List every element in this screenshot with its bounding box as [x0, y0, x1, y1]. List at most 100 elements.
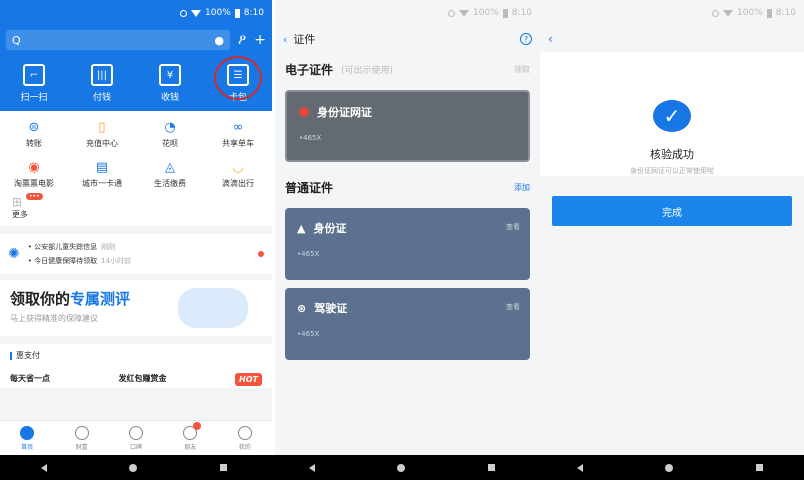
tab-label: 首页	[21, 443, 34, 451]
banner-title-a: 领取你的	[10, 290, 71, 308]
scan-button[interactable]: ⌐ 扫一扫	[4, 64, 64, 103]
grid-item-didi[interactable]: ◡ 滴滴出行	[204, 159, 272, 189]
tab-wealth[interactable]: 财富	[74, 425, 89, 451]
back-icon[interactable]: ‹	[548, 32, 553, 46]
didi-icon: ◡	[232, 159, 244, 175]
grid-label: 生活缴费	[154, 179, 186, 188]
voice-icon[interactable]: ●	[214, 34, 224, 47]
view-link[interactable]: 查看	[506, 222, 520, 232]
highlight-circle	[214, 56, 262, 100]
home-nav-icon[interactable]	[665, 463, 674, 472]
back-nav-icon[interactable]	[309, 463, 316, 472]
profile-icon	[237, 425, 252, 440]
megaphone-icon: ✺	[8, 246, 20, 262]
status-bar: 100% 8:10	[0, 0, 272, 26]
search-input[interactable]: Q ●	[6, 30, 231, 50]
grid-label: 充值中心	[86, 139, 118, 148]
pay-button[interactable]: ||| 付钱	[72, 64, 132, 103]
receive-money-button[interactable]: ¥ 收钱	[140, 64, 200, 103]
search-icon: Q	[12, 33, 21, 47]
grid-item-recharge[interactable]: ▯ 充值中心	[68, 119, 136, 149]
grid-item-movie[interactable]: ◉ 淘票票电影	[0, 159, 68, 189]
bottom-tab-bar: 首页 财富 口碑 朋友 我的	[0, 420, 272, 455]
grid-label: 滴滴出行	[222, 179, 254, 188]
grid-item-huabei[interactable]: ◔ 花呗	[136, 119, 204, 149]
card-title: 身份证网证	[317, 106, 372, 119]
home-nav-icon[interactable]	[129, 463, 138, 472]
alipay-home-screen: 100% 8:10 Q ● ዖ + ⌐ 扫一扫 ||| 付钱 ¥ 收钱 ☰ 卡包…	[0, 0, 272, 455]
tab-koubei[interactable]: 口碑	[128, 425, 143, 451]
promo-row: 每天省一点 发红包赚赏金 HOT	[0, 367, 272, 388]
claim-link[interactable]: 领取	[514, 64, 530, 75]
grid-label: 淘票票电影	[14, 179, 54, 188]
done-button[interactable]: 完成	[552, 196, 792, 226]
recents-nav-icon[interactable]	[219, 464, 227, 471]
receive-money-icon: ¥	[159, 64, 181, 86]
promo-save[interactable]: 每天省一点	[10, 373, 50, 386]
clock: 8:10	[243, 8, 264, 18]
success-panel: ✓ 核验成功 身份证网证可以正常使用啦	[540, 52, 804, 176]
news-line-2: • 今日健康保障待领取	[27, 257, 98, 265]
grid-item-bike[interactable]: ∞ 共享单车	[204, 119, 272, 149]
news-time-1: 刚刚	[101, 243, 116, 251]
screenshot-collage: 100% 8:10 Q ● ዖ + ⌐ 扫一扫 ||| 付钱 ¥ 收钱 ☰ 卡包…	[0, 0, 804, 480]
quick-actions: ⌐ 扫一扫 ||| 付钱 ¥ 收钱 ☰ 卡包	[0, 54, 272, 111]
huabei-icon: ◔	[164, 119, 176, 135]
grid-label: 共享单车	[222, 139, 254, 148]
section-header: 惠支付	[0, 344, 272, 367]
battery-icon	[234, 8, 240, 18]
koubei-icon	[128, 425, 143, 440]
promo-banner[interactable]: 领取你的专属测评 马上获得精准的保障建议	[0, 280, 272, 336]
card-bag-button[interactable]: ☰ 卡包	[208, 56, 268, 103]
card-number: •465X	[297, 250, 320, 258]
electronic-heading: 电子证件	[285, 62, 334, 77]
clock: 8:10	[775, 8, 796, 18]
news-line-1: • 公安部儿童失踪信息	[27, 243, 98, 251]
more-icon: ⊞	[12, 195, 23, 209]
city-card-icon: ▤	[95, 159, 109, 175]
grid-item-city-card[interactable]: ▤ 城市一卡通	[68, 159, 136, 189]
bill-icon: ◬	[165, 159, 175, 175]
recents-nav-icon[interactable]	[755, 464, 763, 471]
driver-license-card[interactable]: ⊛ 驾驶证 •465X 查看	[285, 288, 530, 360]
data-saver-icon	[180, 9, 188, 17]
card-number: •465X	[297, 330, 320, 338]
system-navigation-bar	[0, 455, 804, 480]
tab-label: 财富	[75, 443, 88, 451]
wealth-icon	[74, 425, 89, 440]
back-nav-icon[interactable]	[577, 463, 584, 472]
promo-red-packet-label: 发红包赚赏金	[118, 374, 167, 383]
help-icon[interactable]: ?	[520, 33, 532, 45]
back-nav-icon[interactable]	[41, 463, 48, 472]
tab-home[interactable]: 首页	[20, 425, 35, 451]
back-icon[interactable]: ‹	[283, 33, 287, 46]
grid-item-transfer[interactable]: ⊜ 转账	[0, 119, 68, 149]
contacts-icon[interactable]: ዖ	[238, 32, 246, 48]
navbar: ‹ 证件 ?	[275, 26, 540, 52]
certificates-screen: 100% 8:10 ‹ 证件 ? 电子证件 (可出示使用) 领取 身份证网证 •4…	[275, 0, 540, 455]
add-certificate-link[interactable]: 添加	[514, 182, 530, 193]
grid-item-bill[interactable]: ◬ 生活缴费	[136, 159, 204, 189]
tab-label: 口碑	[129, 443, 142, 451]
view-link[interactable]: 查看	[506, 302, 520, 312]
recents-nav-icon[interactable]	[487, 464, 495, 471]
movie-icon: ◉	[28, 159, 40, 175]
news-strip[interactable]: ✺ • 公安部儿童失踪信息 刚刚 • 今日健康保障待领取 14小时前	[0, 234, 272, 274]
add-icon[interactable]: +	[254, 32, 266, 48]
data-saver-icon	[448, 9, 456, 17]
app-grid: ⊜ 转账 ▯ 充值中心 ◔ 花呗 ∞ 共享单车 ◉ 淘票票电影 ▤ 城市一卡通 ◬ 生活缴费 …	[0, 111, 272, 193]
banner-title-b: 专属测评	[70, 290, 131, 308]
receive-label: 收钱	[160, 93, 179, 103]
tab-me[interactable]: 我的	[237, 425, 252, 451]
home-nav-icon[interactable]	[397, 463, 406, 472]
hot-badge: HOT	[235, 373, 262, 386]
normal-heading: 普通证件	[285, 180, 334, 195]
tab-friends[interactable]: 朋友	[183, 421, 202, 451]
electronic-id-card[interactable]: 身份证网证 •465X	[285, 90, 530, 162]
promo-red-packet[interactable]: 发红包赚赏金	[119, 373, 167, 386]
id-card[interactable]: ▲ 身份证 •465X 查看	[285, 208, 530, 280]
more-button[interactable]: ⊞ ••• 更多	[0, 193, 272, 226]
status-bar: 100% 8:10	[540, 0, 804, 26]
normal-section-header: 普通证件 添加	[275, 170, 540, 204]
news-time-2: 14小时前	[101, 257, 132, 265]
